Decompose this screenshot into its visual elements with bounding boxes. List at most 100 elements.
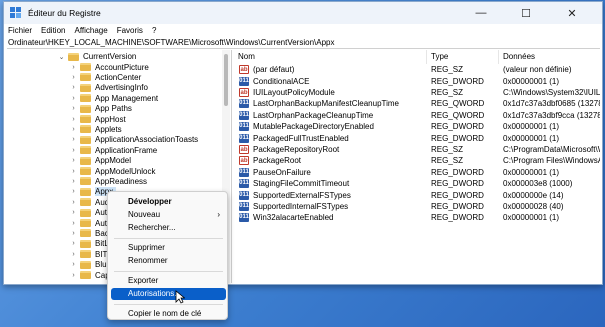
context-menu-item[interactable]: Copier le nom de clé [111,308,226,320]
value-row[interactable]: 011 LastOrphanBackupManifestCleanupTime RE… [234,98,600,109]
value-type: REG_DWORD [431,76,484,86]
value-data: 0x1d7c37a3dbf9cca (13278964 [503,110,600,120]
value-row[interactable]: ab (par défaut) REG_SZ (valeur non définie) [234,64,600,75]
folder-icon [80,219,91,228]
chevron-right-icon[interactable]: › [70,240,77,247]
folder-icon [80,115,91,124]
context-menu-item-label: Exporter [128,276,159,285]
chevron-right-icon[interactable]: › [70,64,77,71]
column-header-name[interactable]: Nom [234,50,427,64]
value-row[interactable]: 011 MutablePackageDirectoryEnabled REG_DWO… [234,121,600,132]
folder-icon [80,208,91,217]
value-name: PackageRoot [253,156,302,166]
menu-item[interactable]: ? [152,26,156,35]
chevron-right-icon[interactable]: › [70,157,77,164]
value-data: C:\ProgramData\Microsoft\Wi [503,144,600,154]
value-type: REG_SZ [431,144,464,154]
tree-node-label: Applets [95,124,122,134]
value-row[interactable]: 011 Win32alacarteEnabled REG_DWORD 0x000000… [234,212,600,223]
context-menu-item[interactable]: Exporter [111,275,226,287]
chevron-right-icon[interactable]: › [70,261,77,268]
chevron-right-icon[interactable]: › [70,74,77,81]
chevron-right-icon[interactable]: › [70,251,77,258]
context-menu-item[interactable]: Autorisations... [111,288,226,300]
folder-icon [80,260,91,269]
chevron-right-icon[interactable]: › [70,95,77,102]
maximize-button[interactable]: ☐ [504,2,548,24]
registry-editor-icon [10,7,21,18]
context-menu-item-label: Autorisations... [128,289,181,298]
chevron-right-icon[interactable]: › [70,178,77,185]
value-type: REG_DWORD [431,133,484,143]
value-row[interactable]: ab PackageRoot REG_SZ C:\Program Files\Wind… [234,155,600,166]
chevron-right-icon[interactable]: › [70,147,77,154]
context-menu-item[interactable]: Renommer [111,255,226,267]
string-value-icon: ab [239,144,249,154]
menu-item[interactable]: Affichage [74,26,107,35]
value-row[interactable]: ab IUILayoutPolicyModule REG_SZ C:\Windows\… [234,87,600,98]
chevron-right-icon[interactable]: › [70,126,77,133]
value-type: REG_DWORD [431,190,484,200]
chevron-right-icon[interactable]: › [70,220,77,227]
context-menu-item-label: Nouveau [128,210,161,219]
context-menu-item[interactable]: Nouveau › [111,209,226,221]
tree-node-label: AccountPicture [95,62,149,72]
value-data: 0x000003e8 (1000) [503,179,573,189]
folder-icon [80,135,91,144]
binary-value-icon: 011 [239,99,249,109]
value-row[interactable]: 011 SupportedInternalFSTypes REG_DWORD 0x00… [234,201,600,212]
close-button[interactable]: ✕ [550,2,594,24]
tree-node-label: AppModel [95,156,132,166]
chevron-right-icon[interactable]: › [70,136,77,143]
folder-icon [80,83,91,92]
column-header-data[interactable]: Données [499,50,600,64]
folder-icon [80,239,91,248]
value-name: PackageRepositoryRoot [253,144,340,154]
value-name: (par défaut) [253,65,295,75]
value-data: 0x00000001 (1) [503,76,560,86]
menu-item[interactable]: Favoris [117,26,143,35]
value-name: LastOrphanBackupManifestCleanupTime [253,99,400,109]
value-data: 0x00000028 (40) [503,201,564,211]
tree-node-label: AppHost [95,114,126,124]
context-menu-item[interactable]: Supprimer [111,242,226,254]
context-menu-item-label: Supprimer [128,243,165,252]
chevron-right-icon[interactable]: › [70,105,77,112]
menu-separator [114,304,223,305]
value-name: SupportedInternalFSTypes [253,201,349,211]
window-title: Éditeur du Registre [28,8,101,18]
menu-item[interactable]: Fichier [8,26,32,35]
chevron-right-icon[interactable]: › [70,116,77,123]
value-row[interactable]: 011 StagingFileCommitTimeout REG_DWORD 0x00… [234,178,600,189]
chevron-right-icon[interactable]: › [70,209,77,216]
context-menu-item[interactable]: Rechercher... [111,222,226,234]
value-row[interactable]: ab PackageRepositoryRoot REG_SZ C:\ProgramD… [234,144,600,155]
chevron-right-icon[interactable]: › [70,168,77,175]
values-list[interactable]: Nom Type Données ab (par défaut) REG_SZ (va… [234,50,600,283]
folder-icon [80,167,91,176]
minimize-button[interactable]: — [459,2,503,24]
context-menu-item[interactable]: Développer [111,196,226,208]
value-row[interactable]: 011 PauseOnFailure REG_DWORD 0x00000001 (1) [234,167,600,178]
value-row[interactable]: 011 SupportedExternalFSTypes REG_DWORD 0x00… [234,189,600,200]
folder-icon [80,94,91,103]
menu-item[interactable]: Edition [41,26,65,35]
address-bar[interactable]: Ordinateur\HKEY_LOCAL_MACHINE\SOFTWARE\M… [7,37,600,49]
chevron-right-icon[interactable]: › [70,188,77,195]
chevron-right-icon[interactable]: › [70,199,77,206]
chevron-right-icon[interactable]: › [70,230,77,237]
scrollbar-thumb[interactable] [224,54,228,106]
chevron-right-icon[interactable]: › [70,84,77,91]
folder-icon [80,250,91,259]
binary-value-icon: 011 [239,76,249,86]
value-name: LastOrphanPackageCleanupTime [253,110,374,120]
value-row[interactable]: 011 ConditionalACE REG_DWORD 0x00000001 (1) [234,75,600,86]
value-name: PackagedFullTrustEnabled [253,133,349,143]
column-header-type[interactable]: Type [427,50,499,64]
value-row[interactable]: 011 LastOrphanPackageCleanupTime REG_QWORD… [234,110,600,121]
value-name: MutablePackageDirectoryEnabled [253,122,374,132]
chevron-down-icon[interactable]: ⌄ [58,53,65,61]
value-row[interactable]: 011 PackagedFullTrustEnabled REG_DWORD 0x00… [234,132,600,143]
folder-icon [80,187,91,196]
chevron-right-icon[interactable]: › [70,272,77,279]
